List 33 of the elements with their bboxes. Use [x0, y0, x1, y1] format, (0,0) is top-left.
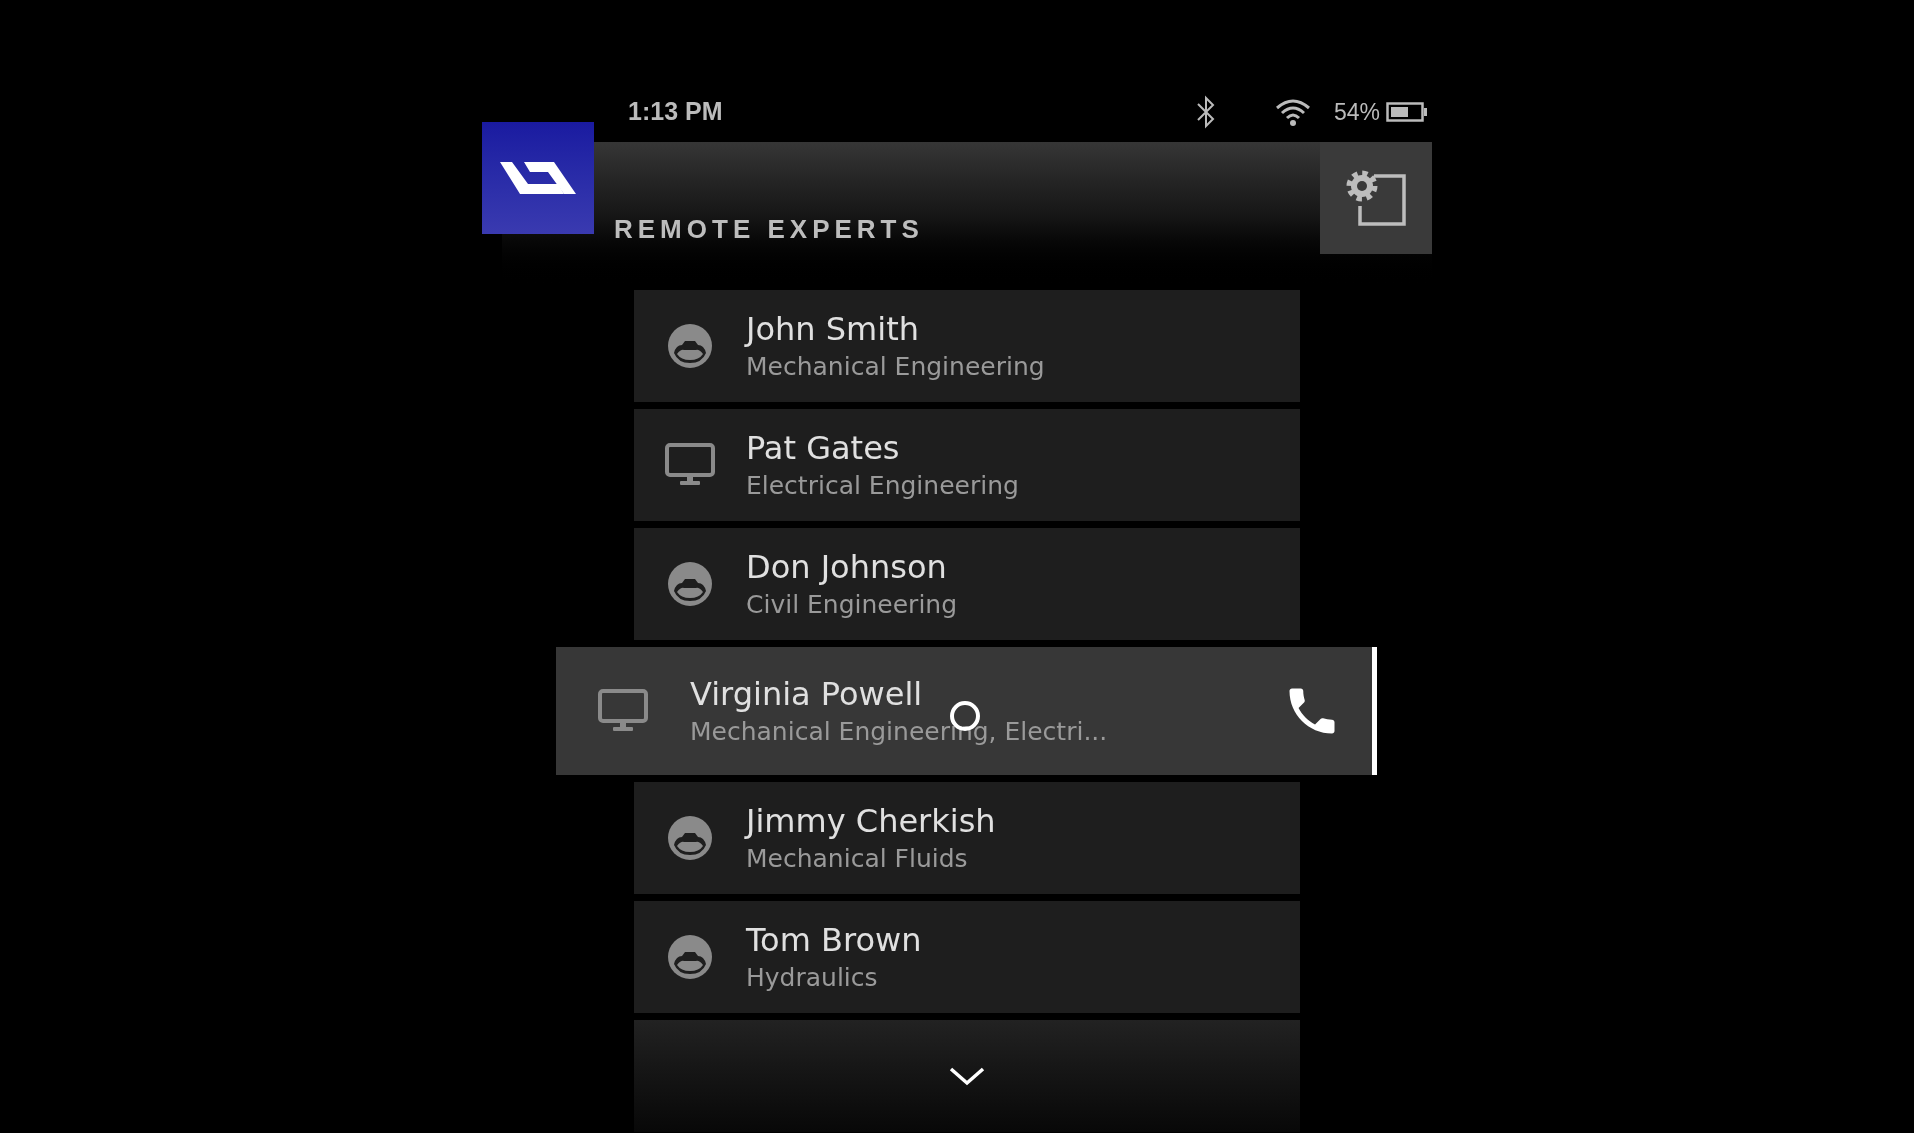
desktop-icon [598, 689, 648, 733]
expert-name: Jimmy Cherkish [746, 801, 996, 841]
battery-icon [1386, 102, 1428, 122]
panel-title: REMOTE EXPERTS [614, 213, 924, 246]
expert-department: Hydraulics [746, 962, 879, 994]
battery-percentage: 54% [1333, 97, 1380, 127]
expert-list-item[interactable]: Don Johnson Civil Engineering [634, 528, 1300, 640]
expert-list-item[interactable]: Tom Brown Hydraulics [634, 901, 1300, 1013]
chevron-down-icon [949, 1066, 985, 1086]
expert-department: Mechanical Engineering [746, 351, 1045, 383]
expert-name: Virginia Powell [690, 674, 924, 714]
expert-list-item[interactable]: John Smith Mechanical Engineering [634, 290, 1300, 402]
person-icon [667, 815, 713, 861]
person-icon [667, 323, 713, 369]
expert-name: John Smith [746, 309, 920, 349]
status-time: 1:13 PM [628, 96, 723, 128]
expert-name: Pat Gates [746, 428, 901, 468]
expert-name: Don Johnson [746, 547, 948, 587]
expert-department: Mechanical Engineering, Electri... [690, 716, 1109, 748]
expert-list-item[interactable]: Virginia Powell Mechanical Engineering, Electri... [556, 647, 1377, 775]
person-icon [667, 561, 713, 607]
bluetooth-icon [1195, 95, 1216, 129]
expert-list-item[interactable]: Pat Gates Electrical Engineering [634, 409, 1300, 521]
expert-name: Tom Brown [746, 920, 922, 960]
expert-department: Civil Engineering [746, 589, 958, 621]
settings-icon [1344, 168, 1408, 228]
expert-department: Electrical Engineering [746, 470, 1019, 502]
wifi-icon [1273, 97, 1312, 127]
settings-button[interactable] [1320, 142, 1432, 254]
desktop-icon [665, 443, 715, 487]
expert-list-item[interactable]: Jimmy Cherkish Mechanical Fluids [634, 782, 1300, 894]
person-icon [667, 934, 713, 980]
expert-department: Mechanical Fluids [746, 843, 969, 875]
